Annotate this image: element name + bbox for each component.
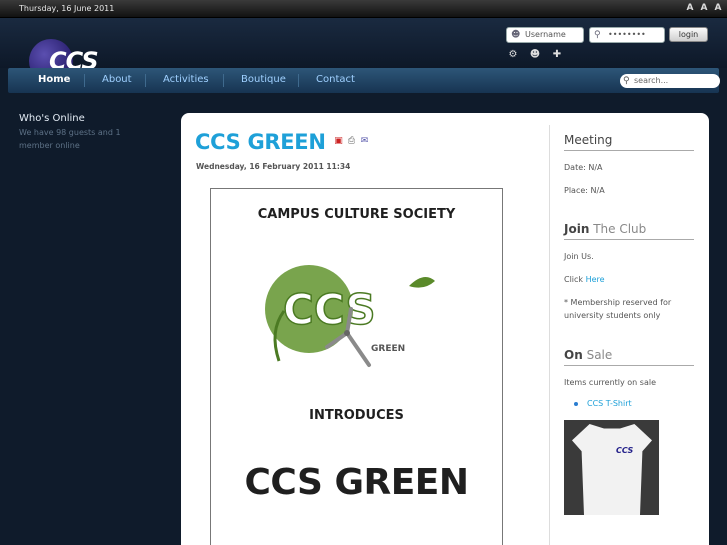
search-icon: ⚲: [623, 76, 630, 86]
meeting-date: Date: N/A: [564, 163, 603, 172]
sale-list: CCS T-Shirt: [564, 399, 694, 408]
user-icons: ⚙ ☻ ✚: [505, 47, 565, 63]
join-click-prefix: Click: [564, 275, 586, 284]
nav-divider: [223, 74, 224, 87]
font-decrease-button[interactable]: A: [713, 1, 723, 16]
column-divider: [549, 125, 550, 545]
meeting-module: Meeting Date: N/A Place: N/A: [564, 133, 694, 197]
join-heading-light: The Club: [593, 222, 647, 236]
join-module: Join The Club Join Us. Click Here * Memb…: [564, 222, 694, 322]
meeting-place: Place: N/A: [564, 186, 605, 195]
font-size-controls: A A A: [685, 1, 723, 16]
print-icon[interactable]: ⎙: [346, 136, 357, 147]
forgot-username-icon[interactable]: ☻: [527, 47, 543, 63]
ccs-green-logo: CCS GREEN: [265, 265, 435, 367]
poster-heading: CAMPUS CULTURE SOCIETY: [257, 207, 456, 222]
meeting-heading: Meeting: [564, 133, 694, 151]
article-date: Wednesday, 16 February 2011 11:34: [196, 162, 351, 171]
register-icon[interactable]: ✚: [549, 47, 565, 63]
nav-home[interactable]: Home: [38, 68, 70, 93]
password-field[interactable]: ⚲ ••••••••: [589, 27, 665, 43]
sale-heading-bold: On: [564, 348, 583, 362]
sale-heading: On Sale: [564, 348, 694, 366]
password-value: ••••••••: [608, 30, 646, 39]
current-date: Thursday, 16 June 2011: [19, 4, 115, 13]
username-field[interactable]: ☻ Username: [506, 27, 584, 43]
nav-contact[interactable]: Contact: [316, 68, 355, 93]
join-here-link[interactable]: Here: [586, 275, 605, 284]
font-increase-button[interactable]: A: [685, 1, 695, 16]
search-placeholder: search...: [634, 76, 669, 85]
tshirt-body: [572, 424, 652, 515]
article-title[interactable]: CCS GREEN: [195, 130, 326, 154]
poster-introduces: INTRODUCES: [309, 408, 404, 423]
join-heading-bold: Join: [564, 222, 590, 236]
font-reset-button[interactable]: A: [699, 1, 709, 16]
pdf-icon[interactable]: ▣: [333, 136, 344, 147]
nav-activities[interactable]: Activities: [163, 68, 209, 93]
top-bar: Thursday, 16 June 2011 A A A: [0, 0, 727, 18]
main-nav: Home About Activities Boutique Contact ⚲…: [8, 68, 720, 93]
article-poster-image: CAMPUS CULTURE SOCIETY CCS GREEN INTRODU…: [210, 188, 503, 545]
whos-online-module: Who's Online We have 98 guests and 1 mem…: [19, 113, 169, 152]
logo-green-label: GREEN: [371, 344, 405, 354]
sale-module: On Sale Items currently on sale CCS T-Sh…: [564, 348, 694, 408]
nav-divider: [145, 74, 146, 87]
login-button[interactable]: login: [669, 27, 708, 42]
article-tools: ▣ ⎙ ✉: [333, 136, 370, 147]
sale-heading-light: Sale: [586, 348, 613, 362]
join-click-line: Click Here: [564, 273, 694, 286]
nav-divider: [298, 74, 299, 87]
username-placeholder: Username: [525, 30, 566, 39]
main-content: CCS GREEN ▣ ⎙ ✉ Wednesday, 16 February 2…: [181, 113, 709, 545]
whos-online-heading: Who's Online: [19, 113, 85, 124]
membership-note: * Membership reserved for university stu…: [564, 298, 672, 320]
nav-boutique[interactable]: Boutique: [241, 68, 286, 93]
sale-item-tshirt[interactable]: CCS T-Shirt: [574, 399, 694, 408]
join-heading: Join The Club: [564, 222, 694, 240]
nav-about[interactable]: About: [102, 68, 132, 93]
header: CCS: [0, 18, 727, 83]
logo-ccs-letters: CCS: [283, 285, 376, 334]
tshirt-logo: CCS: [616, 446, 634, 455]
nav-divider: [84, 74, 85, 87]
user-icon: ☻: [511, 30, 521, 40]
tshirt-image[interactable]: CCS: [564, 420, 659, 515]
key-icon: ⚲: [594, 30, 601, 40]
sale-intro: Items currently on sale: [564, 378, 657, 387]
email-icon[interactable]: ✉: [359, 136, 370, 147]
forgot-password-icon[interactable]: ⚙: [505, 47, 521, 63]
whos-online-text: We have 98 guests and 1 member online: [19, 128, 121, 150]
search-input[interactable]: ⚲ search...: [620, 74, 720, 88]
poster-big-title: CCS GREEN: [244, 462, 469, 503]
join-text: Join Us.: [564, 252, 594, 261]
